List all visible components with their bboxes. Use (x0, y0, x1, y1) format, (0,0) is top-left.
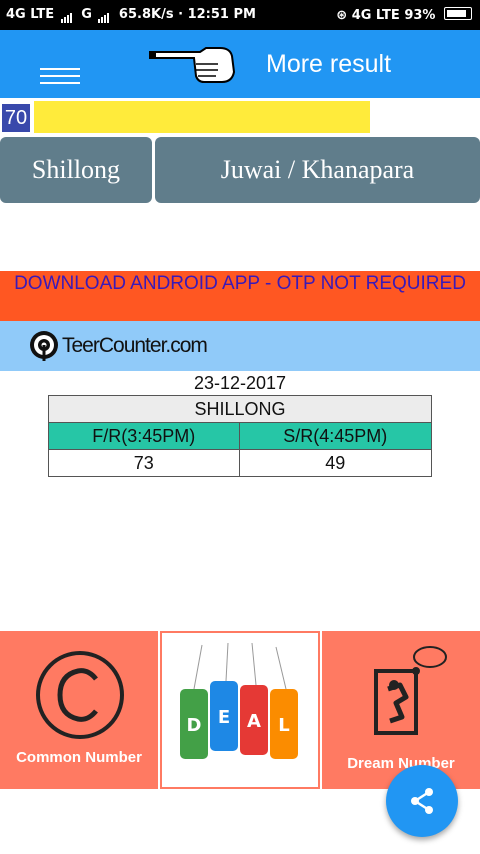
target-logo-icon (30, 331, 58, 361)
battery-percent: 93% (404, 8, 436, 23)
results-title: SHILLONG (48, 395, 432, 423)
signal-icon-2 (98, 8, 110, 23)
juwai-khanapara-button[interactable]: Juwai / Khanapara (155, 137, 480, 203)
deal-letter-a: A (247, 711, 261, 732)
highlight-bar (34, 101, 370, 133)
deal-letter-e: E (218, 707, 230, 728)
status-bar: 4G LTE G 65.8K/s · 12:51 PM ⊛ 4G LTE 93% (0, 0, 480, 30)
dream-icon (374, 646, 447, 735)
more-result-link[interactable]: More result (266, 50, 391, 79)
menu-icon[interactable] (40, 68, 80, 84)
network-label-3: 4G LTE (351, 8, 400, 23)
speed-indicator: 65.8K/s (118, 7, 174, 22)
counter-number: 70 (2, 104, 30, 132)
deal-letter-l: L (278, 715, 289, 736)
first-round-value: 73 (48, 449, 240, 477)
pointing-hand-icon (149, 47, 236, 83)
second-round-header: S/R(4:45PM) (238, 422, 433, 450)
app-bar: More result (0, 30, 480, 98)
bluetooth-icon: ⊛ (336, 8, 348, 23)
deal-tile[interactable]: D E A L (160, 631, 320, 789)
common-number-tile[interactable]: Common Number (0, 631, 158, 789)
results-table: SHILLONG F/R(3:45PM) S/R(4:45PM) 73 49 (48, 395, 433, 477)
dream-number-tile[interactable]: Dream Number (322, 631, 480, 789)
copyright-icon (36, 651, 124, 739)
network-label: 4G LTE (6, 7, 55, 22)
dream-number-label: Dream Number (347, 755, 455, 772)
deal-tags-icon: D E A L (180, 642, 298, 759)
teer-counter-bar[interactable]: TeerCounter.com (0, 321, 480, 371)
shillong-button[interactable]: Shillong (0, 137, 152, 203)
teer-counter-brand: TeerCounter.com (62, 334, 208, 357)
signal-icon (60, 8, 73, 23)
first-round-header: F/R(3:45PM) (48, 422, 240, 450)
result-date: 23-12-2017 (193, 373, 287, 393)
share-icon (411, 788, 433, 814)
network-label-2: G (81, 7, 92, 22)
clock: 12:51 PM (187, 7, 256, 22)
deal-letter-d: D (187, 715, 202, 736)
battery-icon (444, 7, 472, 20)
download-app-banner[interactable]: DOWNLOAD ANDROID APP - OTP NOT REQUIRED (0, 271, 480, 321)
share-button[interactable] (386, 765, 458, 837)
common-number-label: Common Number (16, 749, 142, 766)
second-round-value: 49 (238, 449, 433, 477)
